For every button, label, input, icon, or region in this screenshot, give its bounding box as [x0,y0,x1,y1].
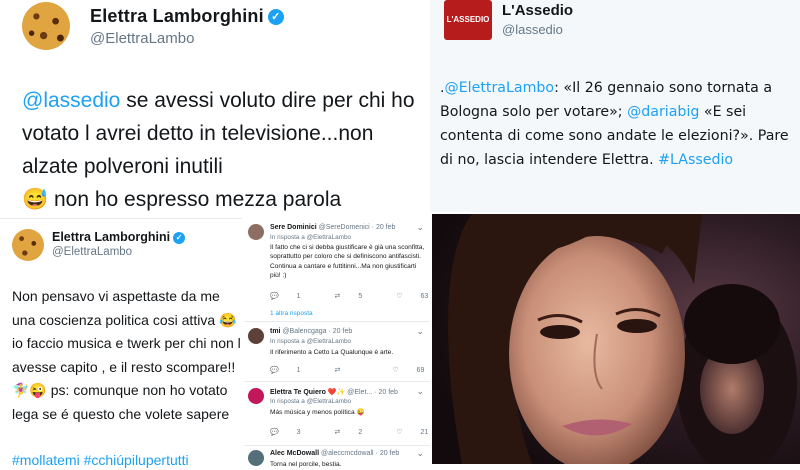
author-name[interactable]: L'Assedio [502,2,573,19]
show-more-replies-link[interactable]: 1 altra risposta [270,310,313,317]
avatar[interactable] [248,450,264,466]
tweet-second: Elettra Lamborghini ✓ @ElettraLambo Non p… [0,218,242,470]
mention-link[interactable]: @lassedio [22,89,120,112]
retweet-icon: ⇄ [334,429,341,436]
reply-item[interactable]: Sere Dominici @SereDomenici · 20 feb ⌄ I… [244,222,430,322]
chevron-down-icon[interactable]: ⌄ [416,448,424,459]
reply-icon: 💬 [270,367,279,374]
tweet-text: @lassedio se avessi voluto dire per chi … [22,89,415,211]
avatar[interactable] [12,229,44,261]
avatar[interactable] [248,328,264,344]
avatar[interactable] [248,224,264,240]
reply-icon: 💬 [270,429,279,436]
photo-illustration [432,214,800,464]
like-button[interactable]: ♡ 21 [396,428,430,436]
chevron-down-icon[interactable]: ⌄ [416,222,424,233]
assedio-logo[interactable]: L'ASSEDIO [444,0,492,40]
tv-screenshot-photo [432,214,800,464]
reply-author[interactable]: tmi [270,328,281,335]
author-name[interactable]: Elettra Lamborghini ✓ [90,6,284,27]
author-handle[interactable]: @lassedio [502,22,563,37]
author-handle[interactable]: @ElettraLambo [52,246,132,258]
reply-item[interactable]: Alec McDowall @aleccmcdowall · 20 feb ⌄ … [244,448,430,470]
heart-icon: ♡ [392,367,399,374]
author-handle[interactable]: @ElettraLambo [90,30,194,47]
tweet-text: Non pensavo vi aspettaste da me una cosc… [12,288,241,422]
retweet-button[interactable]: ⇄ [335,366,375,374]
heart-icon: ♡ [396,293,403,300]
reply-author[interactable]: Elettra Te Quiero ❤️✨ [270,389,345,396]
reply-icon: 💬 [270,293,279,300]
heart-icon: ♡ [396,429,403,436]
hashtag-link[interactable]: #LAssedio [658,152,733,168]
tweet-main: Elettra Lamborghini ✓ @ElettraLambo @lass… [0,0,428,218]
avatar[interactable] [22,2,70,50]
mention-link[interactable]: @ElettraLambo [445,80,555,96]
hashtag-links[interactable]: #mollatemi #cchiúpilupertutti [12,452,189,468]
reply-text: Torna nel porcile, bestia. [270,461,342,468]
like-button[interactable]: ♡ 69 [392,366,430,374]
chevron-down-icon[interactable]: ⌄ [416,326,424,337]
reply-actions: 💬 1 ⇄ ♡ 69 [270,366,430,374]
replying-to: In risposta a @ElettraLambo [270,398,352,405]
replies-thread: Sere Dominici @SereDomenici · 20 feb ⌄ I… [244,222,430,470]
retweet-icon: ⇄ [334,293,341,300]
tweet-assedio: L'ASSEDIO L'Assedio @lassedio .@ElettraL… [430,0,800,212]
reply-actions: 💬 1 ⇄ 5 ♡ 63 [270,292,430,300]
reply-text: Más música y menos política 😜 [270,409,365,416]
like-button[interactable]: ♡ 63 [396,292,430,300]
reply-actions: 💬 3 ⇄ 2 ♡ 21 [270,428,430,436]
retweet-button[interactable]: ⇄ 2 [335,428,379,436]
verified-icon: ✓ [173,232,186,244]
retweet-button[interactable]: ⇄ 5 [335,292,379,300]
reply-author[interactable]: Alec McDowall [270,450,319,457]
reply-author[interactable]: Sere Dominici [270,224,317,231]
replying-to: In risposta a @ElettraLambo [270,338,352,345]
reply-text: Il riferimento a Cetto La Qualunque è ar… [270,349,394,356]
avatar[interactable] [248,388,264,404]
author-name[interactable]: Elettra Lamborghini ✓ [52,230,186,244]
reply-item[interactable]: tmi @Balencgaga · 20 feb ⌄ In risposta a… [244,326,430,382]
verified-icon: ✓ [267,9,284,25]
retweet-icon: ⇄ [334,367,341,374]
emoji: 😅 [22,188,49,211]
reply-button[interactable]: 💬 3 [270,428,317,436]
reply-button[interactable]: 💬 1 [270,292,317,300]
reply-item[interactable]: Elettra Te Quiero ❤️✨ @Elet... · 20 feb … [244,386,430,446]
replying-to: In risposta a @ElettraLambo [270,234,352,241]
reply-text: Il fatto che ci si debba giustificare è … [270,244,425,280]
tweet-text: .@ElettraLambo: «Il 26 gennaio sono torn… [440,80,789,168]
mention-link[interactable]: @dariabig [627,104,699,120]
chevron-down-icon[interactable]: ⌄ [416,386,424,397]
reply-button[interactable]: 💬 1 [270,366,317,374]
